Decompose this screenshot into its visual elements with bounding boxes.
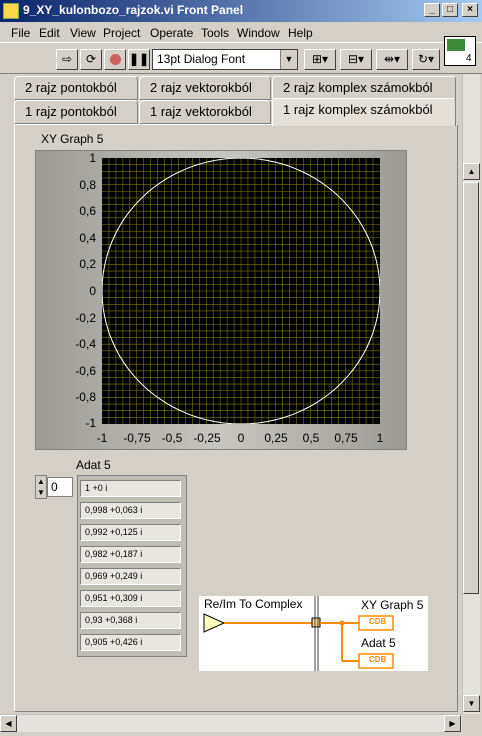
array-element[interactable]: 0,951 +0,309 i bbox=[80, 590, 181, 607]
run-continuously-icon[interactable]: ⟳ bbox=[80, 49, 102, 70]
y-tick: 0,2 bbox=[79, 257, 96, 271]
tab-2-rajz-komplex[interactable]: 2 rajz komplex számokból bbox=[272, 76, 456, 100]
resize-grip[interactable] bbox=[462, 714, 482, 736]
index-input[interactable]: 0 bbox=[47, 477, 73, 497]
labview-app-icon[interactable] bbox=[3, 3, 19, 19]
tab-2-rajz-pontokbol[interactable]: 2 rajz pontokból bbox=[14, 76, 138, 100]
menu-help[interactable]: Help bbox=[288, 26, 313, 40]
array-element[interactable]: 0,998 +0,063 i bbox=[80, 502, 181, 519]
terminal-type-label: CDB bbox=[369, 655, 387, 664]
vi-icon-graphic bbox=[447, 39, 465, 51]
scroll-left-icon[interactable]: ◀ bbox=[0, 715, 17, 732]
xy-graph-plot[interactable] bbox=[102, 158, 380, 424]
x-tick: 1 bbox=[376, 431, 384, 445]
vertical-scroll-thumb[interactable] bbox=[463, 182, 479, 594]
window-title: 9_XY_kulonbozo_rajzok.vi Front Panel bbox=[23, 3, 244, 17]
menu-file[interactable]: File bbox=[11, 26, 30, 40]
pause-icon[interactable]: ❚❚ bbox=[128, 49, 150, 70]
distribute-objects-icon[interactable]: ⊟▾ bbox=[340, 49, 372, 70]
toolbar: ⇨ ⟳ ❚❚ 13pt Dialog Font ▼ ⊞▾ ⊟▾ ⇹▾ ↻▾ bbox=[0, 42, 482, 74]
menu-window[interactable]: Window bbox=[237, 26, 280, 40]
scroll-down-icon[interactable]: ▼ bbox=[463, 695, 480, 712]
menu-project[interactable]: Project bbox=[103, 26, 140, 40]
menu-edit[interactable]: Edit bbox=[39, 26, 60, 40]
array-label: Adat 5 bbox=[76, 458, 111, 472]
array-element[interactable]: 1 +0 i bbox=[80, 480, 181, 497]
scroll-up-icon[interactable]: ▲ bbox=[463, 163, 480, 180]
y-tick: 0 bbox=[89, 284, 96, 298]
tab-1-rajz-pontokbol[interactable]: 1 rajz pontokból bbox=[14, 100, 138, 124]
array-element[interactable]: 0,905 +0,426 i bbox=[80, 634, 181, 651]
menu-operate[interactable]: Operate bbox=[150, 26, 193, 40]
vi-connector-icon[interactable]: 4 bbox=[444, 36, 476, 66]
minimize-button[interactable]: _ bbox=[424, 3, 440, 17]
array-element[interactable]: 0,969 +0,249 i bbox=[80, 568, 181, 585]
y-tick: -0,6 bbox=[75, 364, 96, 378]
y-tick: -0,4 bbox=[75, 337, 96, 351]
diagram-out1-label: XY Graph 5 bbox=[361, 598, 424, 612]
re-im-function-icon bbox=[203, 613, 226, 633]
y-tick: 0,4 bbox=[79, 231, 96, 245]
y-tick: -0,8 bbox=[75, 390, 96, 404]
run-arrow-icon[interactable]: ⇨ bbox=[56, 49, 78, 70]
menu-tools[interactable]: Tools bbox=[201, 26, 229, 40]
menu-bar: File Edit View Project Operate Tools Win… bbox=[0, 22, 482, 42]
abort-icon[interactable] bbox=[104, 49, 126, 70]
reorder-icon[interactable]: ↻▾ bbox=[412, 49, 440, 70]
block-diagram-image: Re/Im To Complex CDB CDB XY Graph 5 Adat… bbox=[199, 596, 428, 671]
array-element[interactable]: 0,992 +0,125 i bbox=[80, 524, 181, 541]
scroll-right-icon[interactable]: ▶ bbox=[444, 715, 461, 732]
tab-2-rajz-vektorokbol[interactable]: 2 rajz vektorokból bbox=[139, 76, 271, 100]
array-element[interactable]: 0,982 +0,187 i bbox=[80, 546, 181, 563]
y-tick: 1 bbox=[89, 151, 96, 165]
align-objects-icon[interactable]: ⊞▾ bbox=[304, 49, 336, 70]
plot-grid bbox=[102, 158, 380, 424]
font-dropdown[interactable]: 13pt Dialog Font ▼ bbox=[152, 49, 298, 70]
y-tick: -1 bbox=[85, 416, 96, 430]
tab-1-rajz-komplex[interactable]: 1 rajz komplex számokból bbox=[272, 98, 456, 126]
font-dropdown-value: 13pt Dialog Font bbox=[157, 52, 246, 66]
chevron-down-icon: ▼ bbox=[280, 50, 297, 69]
graph-title: XY Graph 5 bbox=[41, 132, 104, 146]
horizontal-scrollbar[interactable] bbox=[0, 714, 462, 732]
title-bar: 9_XY_kulonbozo_rajzok.vi Front Panel _ □… bbox=[0, 0, 482, 22]
resize-objects-icon[interactable]: ⇹▾ bbox=[376, 49, 408, 70]
y-tick: -0,2 bbox=[75, 311, 96, 325]
maximize-button[interactable]: □ bbox=[442, 3, 458, 17]
vi-icon-number: 4 bbox=[466, 53, 472, 64]
menu-view[interactable]: View bbox=[70, 26, 96, 40]
array-element[interactable]: 0,93 +0,368 i bbox=[80, 612, 181, 629]
tab-1-rajz-vektorokbol[interactable]: 1 rajz vektorokból bbox=[139, 100, 271, 124]
terminal-type-label: CDB bbox=[369, 617, 387, 626]
diagram-out2-label: Adat 5 bbox=[361, 636, 396, 650]
close-button[interactable]: × bbox=[462, 3, 478, 17]
y-tick: 0,6 bbox=[79, 204, 96, 218]
index-stepper[interactable]: ▲ ▼ bbox=[35, 475, 47, 499]
y-tick: 0,8 bbox=[79, 178, 96, 192]
